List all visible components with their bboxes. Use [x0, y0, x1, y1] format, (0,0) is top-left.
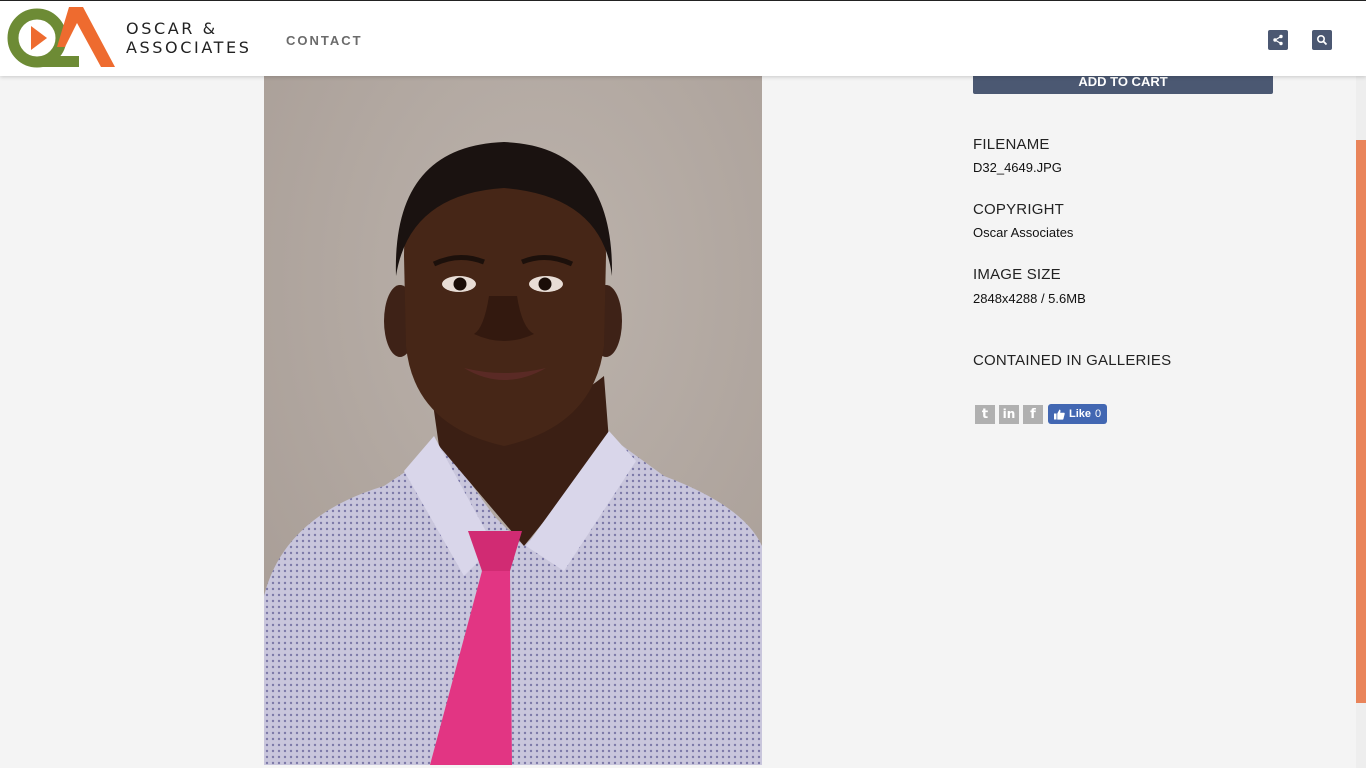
brand-line-1: OSCAR &: [126, 19, 218, 38]
linkedin-icon[interactable]: in: [999, 404, 1019, 424]
share-button[interactable]: [1268, 30, 1288, 50]
image-size-value: 2848x4288 / 5.6MB: [973, 291, 1086, 306]
filename-value: D32_4649.JPG: [973, 160, 1062, 175]
copyright-value: Oscar Associates: [973, 225, 1074, 240]
search-button[interactable]: [1312, 30, 1332, 50]
top-border: [0, 0, 1366, 1]
social-share-bar: t in f Like 0: [975, 404, 1108, 424]
like-label: Like: [1069, 408, 1092, 420]
brand-name[interactable]: OSCAR & ASSOCIATES: [126, 19, 251, 57]
share-icon: [1273, 34, 1283, 46]
scrollbar-thumb[interactable]: [1356, 140, 1366, 703]
search-icon: [1316, 34, 1328, 46]
qa-logo[interactable]: [7, 7, 117, 69]
facebook-like-button[interactable]: Like 0: [1048, 404, 1108, 424]
facebook-icon[interactable]: f: [1023, 404, 1043, 424]
thumbs-up-icon: [1054, 409, 1065, 420]
image-size-label: IMAGE SIZE: [973, 266, 1061, 283]
galleries-label: CONTAINED IN GALLERIES: [973, 352, 1172, 369]
twitter-icon[interactable]: t: [975, 404, 995, 424]
copyright-label: COPYRIGHT: [973, 201, 1064, 218]
site-header: OSCAR & ASSOCIATES CONTACT: [0, 0, 1366, 76]
brand-line-2: ASSOCIATES: [126, 38, 252, 57]
nav-contact-link[interactable]: CONTACT: [286, 33, 363, 48]
main-photo[interactable]: [264, 76, 762, 765]
like-count: 0: [1095, 408, 1102, 420]
filename-label: FILENAME: [973, 136, 1050, 153]
portrait-image: [264, 76, 762, 765]
